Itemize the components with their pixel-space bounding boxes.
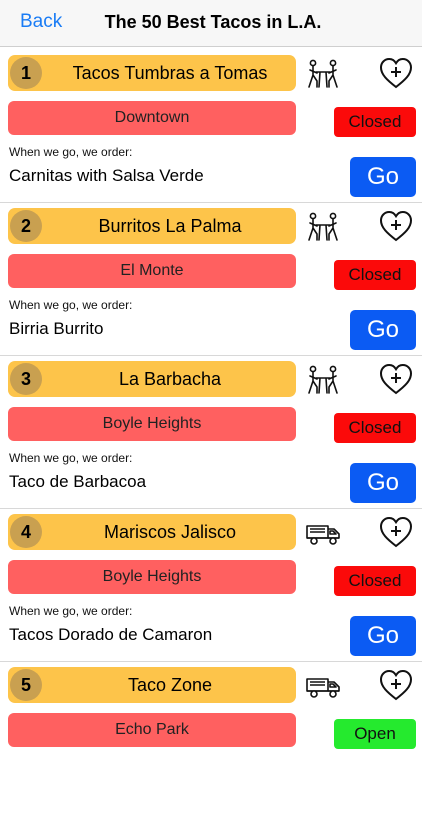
neighborhood-button[interactable]: Echo Park [8, 713, 296, 747]
restaurant-name-bar[interactable]: 1 Tacos Tumbras a Tomas [8, 55, 296, 91]
rank-badge: 5 [10, 669, 42, 701]
restaurant-name-bar[interactable]: 3 La Barbacha [8, 361, 296, 397]
restaurant-name-bar[interactable]: 4 Mariscos Jalisco [8, 514, 296, 550]
rank-badge: 4 [10, 516, 42, 548]
restaurant-name: Taco Zone [127, 675, 213, 695]
restaurant-name: Mariscos Jalisco [103, 522, 237, 542]
dining-table-icon [308, 212, 338, 241]
neighborhood-button[interactable]: El Monte [8, 254, 296, 288]
taco-list-item: 1 Tacos Tumbras a Tomas Downtown Closed … [0, 49, 422, 201]
row-divider [0, 508, 422, 509]
rank-badge: 2 [10, 210, 42, 242]
taco-list-item: 2 Burritos La Palma El Monte Closed When… [0, 202, 422, 354]
recommended-order: Taco de Barbacoa [9, 472, 147, 491]
recommended-order: Carnitas with Salsa Verde [9, 166, 204, 185]
rank-badge: 1 [10, 57, 42, 89]
status-badge: Open [334, 719, 416, 749]
neighborhood-button[interactable]: Downtown [8, 101, 296, 135]
taco-list-item: 4 Mariscos Jalisco Boyle Heights Closed … [0, 508, 422, 660]
go-button[interactable]: Go [350, 157, 416, 197]
restaurant-name: Burritos La Palma [98, 216, 242, 236]
page-title: The 50 Best Tacos in L.A. [104, 12, 322, 32]
heart-add-icon[interactable] [378, 208, 414, 244]
restaurant-name: Tacos Tumbras a Tomas [72, 63, 268, 83]
restaurant-name: La Barbacha [118, 369, 222, 389]
status-badge: Closed [334, 260, 416, 290]
back-button[interactable]: Back [20, 11, 62, 33]
dining-table-icon [308, 59, 338, 88]
go-button[interactable]: Go [350, 463, 416, 503]
order-caption: When we go, we order: [9, 451, 133, 465]
order-caption: When we go, we order: [9, 145, 133, 159]
status-badge: Closed [334, 413, 416, 443]
heart-add-icon[interactable] [378, 667, 414, 703]
status-badge: Closed [334, 107, 416, 137]
go-button[interactable]: Go [350, 310, 416, 350]
food-truck-icon [306, 678, 340, 698]
neighborhood-button[interactable]: Boyle Heights [8, 560, 296, 594]
row-divider [0, 355, 422, 356]
heart-add-icon[interactable] [378, 514, 414, 550]
row-divider [0, 202, 422, 203]
recommended-order: Tacos Dorado de Camaron [9, 625, 213, 644]
taco-list-item: 3 La Barbacha Boyle Heights Closed When … [0, 355, 422, 507]
status-badge: Closed [334, 566, 416, 596]
taco-list-item: 5 Taco Zone Echo Park Open [0, 661, 422, 813]
heart-add-icon[interactable] [378, 55, 414, 91]
nav-bar: Back The 50 Best Tacos in L.A. [0, 0, 422, 47]
restaurant-name-bar[interactable]: 2 Burritos La Palma [8, 208, 296, 244]
recommended-order: Birria Burrito [9, 319, 104, 338]
row-divider [0, 661, 422, 662]
order-caption: When we go, we order: [9, 298, 133, 312]
heart-add-icon[interactable] [378, 361, 414, 397]
go-button[interactable]: Go [350, 616, 416, 656]
dining-table-icon [308, 365, 338, 394]
restaurant-name-bar[interactable]: 5 Taco Zone [8, 667, 296, 703]
rank-badge: 3 [10, 363, 42, 395]
order-caption: When we go, we order: [9, 604, 133, 618]
food-truck-icon [306, 525, 340, 545]
neighborhood-button[interactable]: Boyle Heights [8, 407, 296, 441]
